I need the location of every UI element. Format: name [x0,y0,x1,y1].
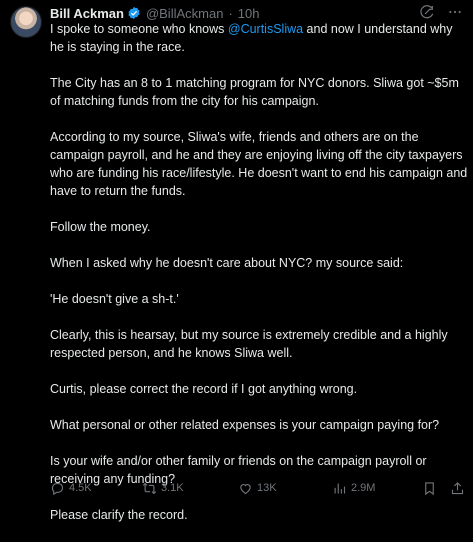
bookmark-button[interactable] [422,481,437,496]
heart-icon [238,481,253,496]
tweet-text: I spoke to someone who knows @CurtisSliw… [50,20,468,542]
share-icon [450,481,465,496]
tweet-paragraph-9: What personal or other related expenses … [50,418,440,432]
action-bar: 4.5K 3.1K 13K 2.9M [50,479,468,497]
views-count: 2.9M [351,482,376,494]
header-actions [419,4,463,20]
verified-badge-icon[interactable] [127,6,141,20]
repost-button[interactable]: 3.1K [142,481,184,496]
bookmark-icon [422,481,437,496]
tweet-paragraph-7: Clearly, this is hearsay, but my source … [50,328,448,360]
reply-count: 4.5K [69,482,92,494]
author-name[interactable]: Bill Ackman [50,6,124,21]
repost-count: 3.1K [161,482,184,494]
tweet-paragraph-4: Follow the money. [50,220,151,234]
reply-button[interactable]: 4.5K [50,481,92,496]
tweet-paragraph-8: Curtis, please correct the record if I g… [50,382,358,396]
like-button[interactable]: 13K [238,481,277,496]
views-icon [332,481,347,496]
meta-separator: · [228,5,233,21]
share-button[interactable] [450,481,465,496]
tweet-paragraph-11: Please clarify the record. [50,508,188,522]
tweet-paragraph-3: According to my source, Sliwa's wife, fr… [50,130,468,198]
tweet-time[interactable]: 10h [238,6,260,21]
mention-link[interactable]: @CurtisSliwa [228,22,303,36]
grok-icon[interactable] [419,4,435,20]
tweet-paragraph-6: 'He doesn't give a sh-t.' [50,292,179,306]
tweet-paragraph-1: I spoke to someone who knows @CurtisSliw… [50,22,453,54]
like-count: 13K [257,482,277,494]
repost-icon [142,481,157,496]
author-handle[interactable]: @BillAckman [146,6,224,21]
tweet-paragraph-2: The City has an 8 to 1 matching program … [50,76,459,108]
tweet-paragraph-5: When I asked why he doesn't care about N… [50,256,404,270]
reply-icon [50,481,65,496]
views-button[interactable]: 2.9M [332,481,375,496]
more-icon[interactable] [447,4,463,20]
avatar[interactable] [10,6,42,38]
